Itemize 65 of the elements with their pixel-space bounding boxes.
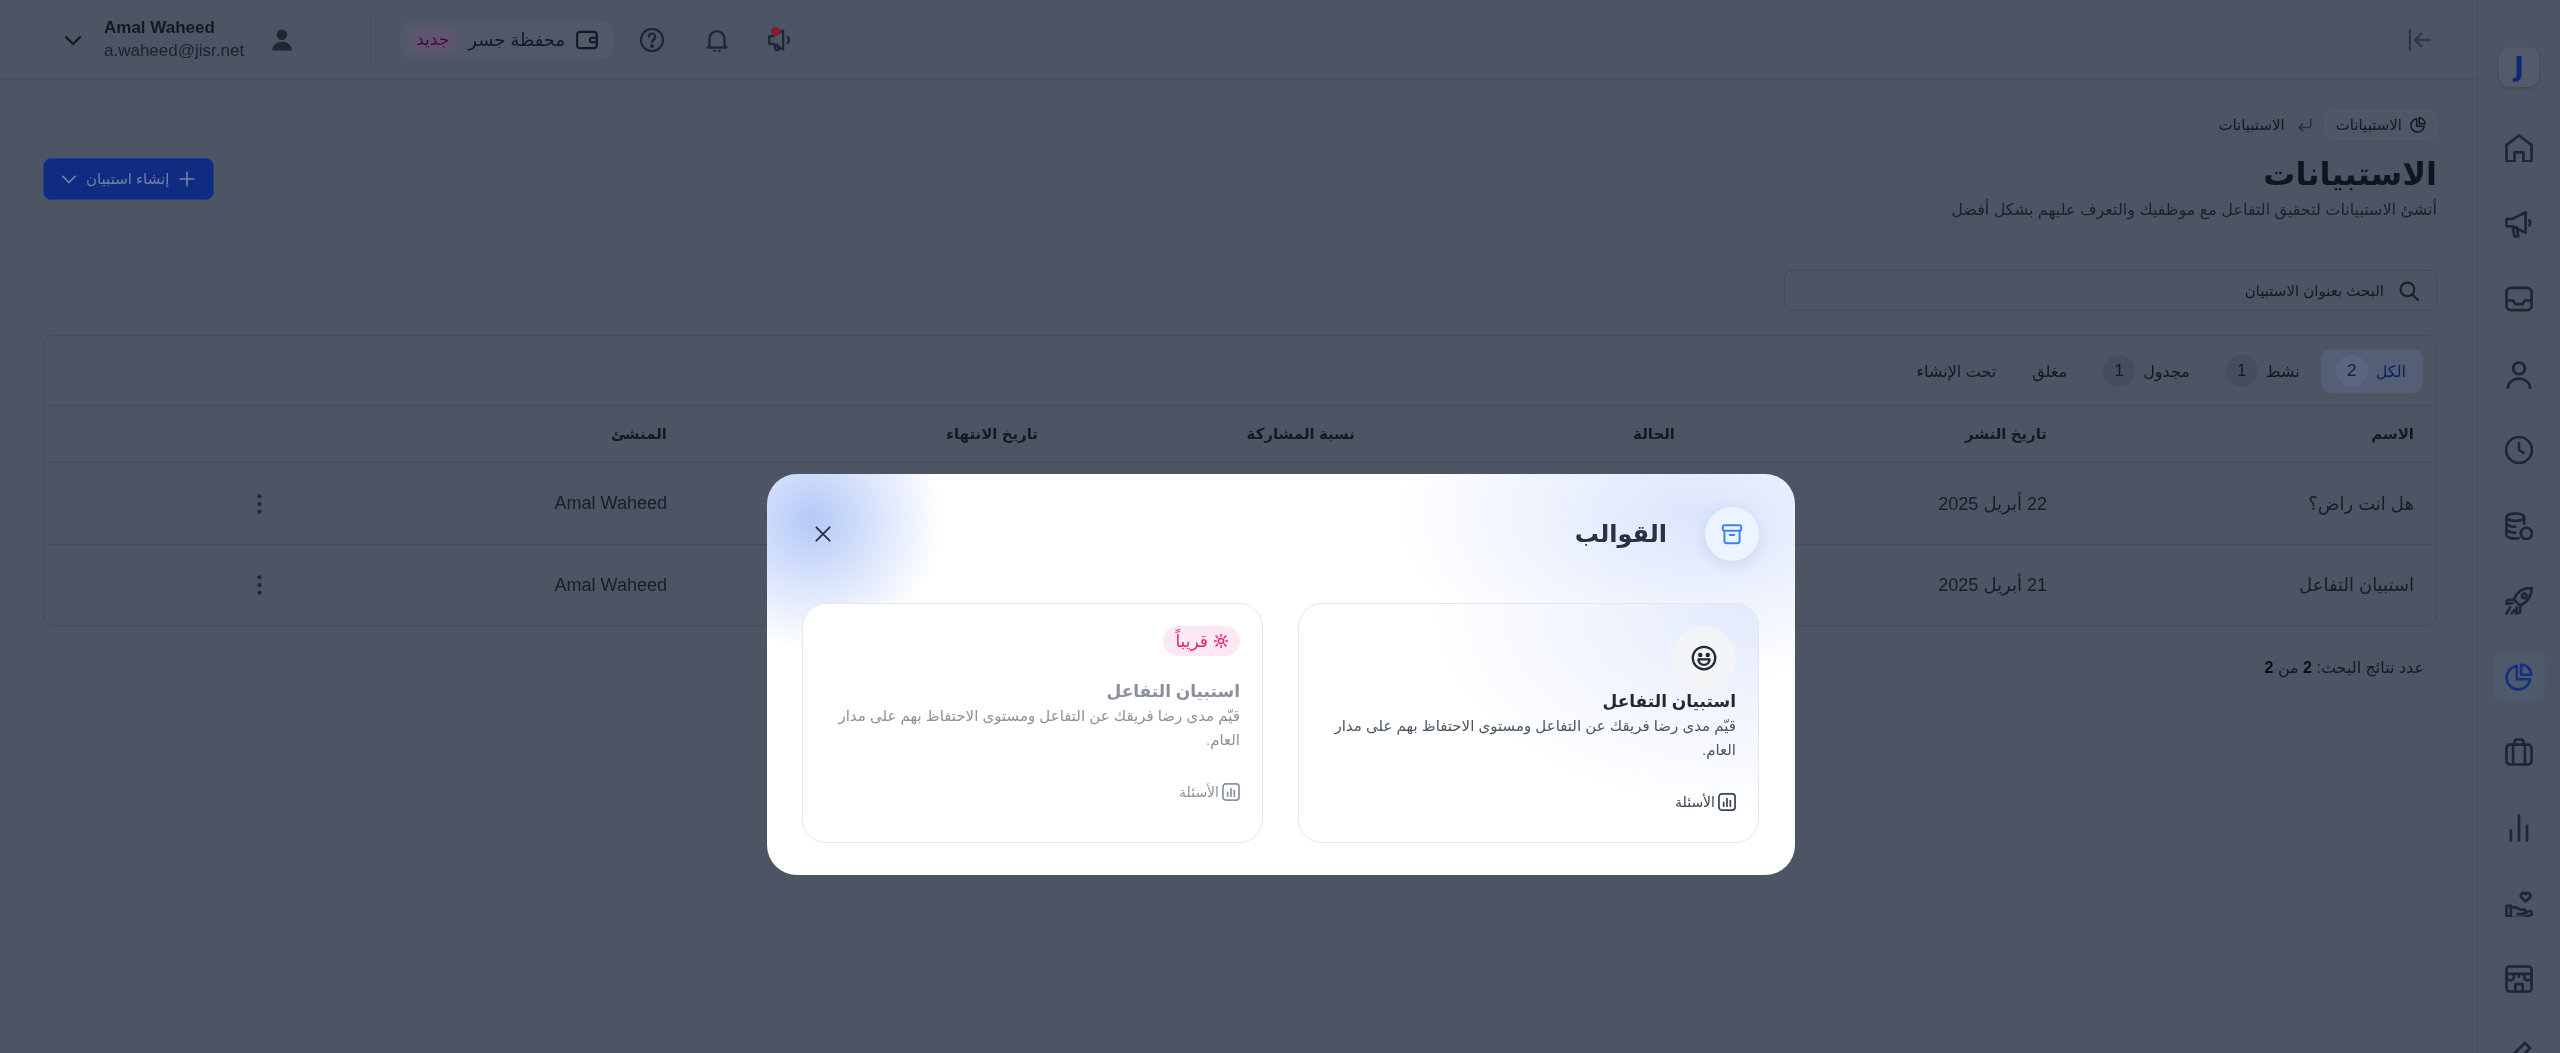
kebab-menu-icon[interactable]	[257, 493, 262, 514]
app-logo[interactable]: J	[2499, 47, 2539, 87]
collapse-sidebar-icon[interactable]	[2408, 27, 2432, 52]
megaphone-icon[interactable]	[768, 27, 793, 52]
megaphone-icon[interactable]	[2505, 209, 2533, 238]
wallet-icon	[576, 28, 599, 51]
plus-icon	[179, 171, 196, 187]
filter-tab[interactable]: مغلق	[2017, 349, 2085, 393]
creator-name: Amal Waheed	[554, 574, 667, 596]
chart-icon	[1222, 783, 1240, 801]
user-name: Amal Waheed	[104, 16, 215, 39]
kebab-menu-icon[interactable]	[257, 575, 262, 595]
survey-name: استبيان التفاعل	[2299, 574, 2414, 596]
column-header: الاسم	[2371, 425, 2414, 443]
rocket-icon[interactable]	[2505, 587, 2533, 615]
chart-icon	[1718, 793, 1736, 811]
return-arrow-icon	[2296, 117, 2313, 133]
template-card[interactable]: استبيان التفاعل قيّم مدى رضا فريقك عن التفاعل ومستوى الاحتفاظ بهم على مدار العام. الأسئلة	[1298, 603, 1759, 843]
questions-label: الأسئلة	[1675, 794, 1715, 810]
column-header: المنشئ	[611, 425, 667, 443]
person-icon[interactable]	[2505, 360, 2533, 389]
inbox-icon[interactable]	[2505, 285, 2533, 313]
page-title: الاستبيانات	[2263, 155, 2437, 194]
close-icon[interactable]	[814, 525, 832, 543]
modal-title: القوالب	[1574, 520, 1667, 548]
template-card[interactable]: قريباً استبيان التفاعل قيّم مدى رضا فريقك عن التفاعل ومستوى الاحتفاظ بهم على مدار العام. الأسئلة	[802, 603, 1263, 843]
survey-name: هل انت راض؟	[2308, 492, 2414, 515]
create-survey-button[interactable]: إنشاء استبيان	[43, 158, 215, 200]
wallet-button[interactable]: محفظة جسر جديد	[401, 20, 615, 59]
new-badge: جديد	[408, 25, 458, 54]
bell-icon[interactable]	[705, 27, 730, 52]
briefcase-icon[interactable]	[2505, 738, 2533, 766]
column-header: تاريخ النشر	[1965, 425, 2047, 443]
pie-chart-icon[interactable]	[2493, 651, 2545, 702]
publish-date: 21 أبريل 2025	[1938, 574, 2047, 596]
tab-count-badge: 1	[2225, 355, 2258, 387]
publish-date: 22 أبريل 2025	[1938, 492, 2047, 515]
template-description: قيّم مدى رضا فريقك عن التفاعل ومستوى الاحتفاظ بهم على مدار العام.	[1333, 716, 1736, 761]
clock-icon[interactable]	[2505, 436, 2533, 464]
coins-icon[interactable]	[2505, 511, 2533, 540]
questions-label: الأسئلة	[1179, 784, 1219, 800]
tab-count-badge: 1	[2103, 355, 2136, 387]
sparkle-icon	[1214, 634, 1228, 648]
hand-heart-icon[interactable]	[2505, 889, 2533, 917]
column-header: تاريخ الانتهاء	[946, 425, 1038, 443]
user-avatar-icon	[271, 28, 294, 51]
tab-count-badge: 2	[2335, 355, 2368, 387]
search-icon	[2399, 280, 2419, 301]
breadcrumb-current: الاستبيانات	[2218, 116, 2285, 134]
search-field[interactable]: البحث بعنوان الاستبيان	[1784, 270, 2437, 311]
creator-name: Amal Waheed	[554, 493, 667, 514]
column-header: نسبة المشاركة	[1246, 425, 1355, 443]
home-icon[interactable]	[2505, 134, 2533, 162]
column-header: الحالة	[1633, 425, 1675, 443]
coming-soon-label: قريباً	[1175, 630, 1208, 652]
filter-tab[interactable]: تحت الإنشاء	[1901, 349, 2014, 393]
breadcrumb-link[interactable]: الاستبيانات	[2324, 110, 2437, 140]
template-title: استبيان التفاعل	[1106, 681, 1240, 703]
archive-icon	[1705, 507, 1759, 561]
pie-chart-icon	[2410, 117, 2426, 133]
template-title: استبيان التفاعل	[1602, 691, 1736, 713]
store-icon[interactable]	[2505, 964, 2533, 993]
help-icon[interactable]	[640, 27, 665, 52]
template-description: قيّم مدى رضا فريقك عن التفاعل ومستوى الاحتفاظ بهم على مدار العام.	[837, 706, 1240, 751]
smiley-icon	[1672, 626, 1736, 690]
